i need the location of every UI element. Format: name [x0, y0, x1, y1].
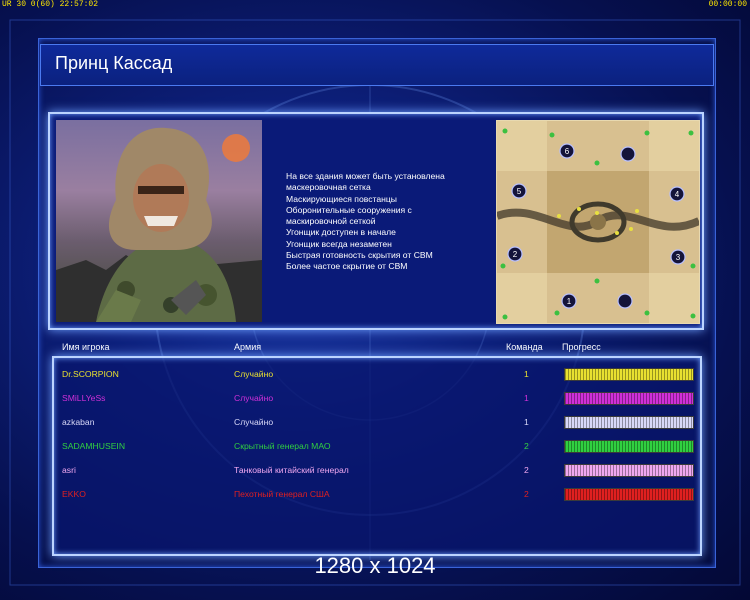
player-progress-bar — [564, 416, 694, 429]
player-name: asri — [62, 465, 76, 475]
map-start-2: 2 — [513, 250, 518, 259]
player-name: Dr.SCORPION — [62, 369, 119, 379]
feature-line: Угонщик доступен в начале — [286, 227, 396, 238]
player-progress-bar — [564, 464, 694, 477]
map-start-3: 3 — [676, 253, 681, 262]
feature-line: Маскирующиеся повстанцы — [286, 193, 397, 204]
player-name: SADAMHUSEIN — [62, 441, 126, 451]
status-left: UR 30 0(60) 22:57:02 — [2, 0, 99, 9]
column-team: Команда — [506, 342, 543, 352]
map-start-4: 4 — [675, 190, 680, 199]
player-team: 2 — [524, 441, 529, 451]
player-team: 1 — [524, 369, 529, 379]
feature-line: маскировочной сеткой — [286, 216, 376, 227]
player-army: Скрытный генерал МАО — [234, 441, 331, 451]
resolution-label: 1280 x 1024 — [314, 553, 436, 578]
player-army: Пехотный генерал США — [234, 489, 330, 499]
status-bar: UR 30 0(60) 22:57:02 00:00:00 — [0, 0, 750, 10]
player-row: asri Танковый китайский генерал 2 — [54, 462, 700, 478]
player-name: EKKO — [62, 489, 86, 499]
player-row: SMiLLYeSs Случайно 1 — [54, 390, 700, 406]
feature-line: маскеровочная сетка — [286, 182, 371, 193]
feature-line: Более частое скрытие от СВМ — [286, 261, 408, 272]
player-army: Случайно — [234, 417, 274, 427]
player-army: Случайно — [234, 393, 274, 403]
title-panel: Принц Кассад — [40, 44, 714, 86]
feature-line: Быстрая готовность скрытия от СВМ — [286, 250, 433, 261]
player-name: SMiLLYeSs — [62, 393, 106, 403]
player-team: 1 — [524, 393, 529, 403]
feature-line: Угонщик всегда незаметен — [286, 238, 392, 249]
column-player-name: Имя игрока — [62, 342, 110, 352]
player-progress-bar — [564, 488, 694, 501]
map-start-1: 1 — [567, 297, 572, 306]
player-row: Dr.SCORPION Случайно 1 — [54, 366, 700, 382]
player-army: Танковый китайский генерал — [234, 465, 349, 475]
column-progress: Прогресс — [562, 342, 601, 352]
player-team: 2 — [524, 465, 529, 475]
map-preview[interactable]: 6 5 4 2 3 1 — [496, 120, 700, 324]
player-team: 1 — [524, 417, 529, 427]
player-progress-bar — [564, 392, 694, 405]
map-start-5: 5 — [517, 187, 522, 196]
status-clock: 00:00:00 — [708, 0, 747, 9]
general-name: Принц Кассад — [55, 53, 173, 73]
feature-line: На все здания может быть установлена — [286, 171, 445, 181]
player-row: SADAMHUSEIN Скрытный генерал МАО 2 — [54, 438, 700, 454]
player-table-header: Имя игрока Армия Команда Прогресс — [0, 342, 750, 354]
general-portrait — [56, 120, 262, 322]
player-name: azkaban — [62, 417, 95, 427]
player-team: 2 — [524, 489, 529, 499]
column-army: Армия — [234, 342, 262, 352]
player-row: azkaban Случайно 1 — [54, 414, 700, 430]
player-row: EKKO Пехотный генерал США 2 — [54, 486, 700, 502]
player-progress-bar — [564, 440, 694, 453]
player-list: Dr.SCORPION Случайно 1 SMiLLYeSs Случайн… — [52, 356, 702, 556]
general-info-panel: На все здания может быть установлена мас… — [48, 112, 704, 330]
general-features-list: На все здания может быть установлена мас… — [286, 171, 496, 273]
player-progress-bar — [564, 368, 694, 381]
feature-line: Оборонительные сооружения с — [286, 204, 412, 215]
map-start-6-top: 6 — [565, 147, 570, 156]
player-army: Случайно — [234, 369, 274, 379]
